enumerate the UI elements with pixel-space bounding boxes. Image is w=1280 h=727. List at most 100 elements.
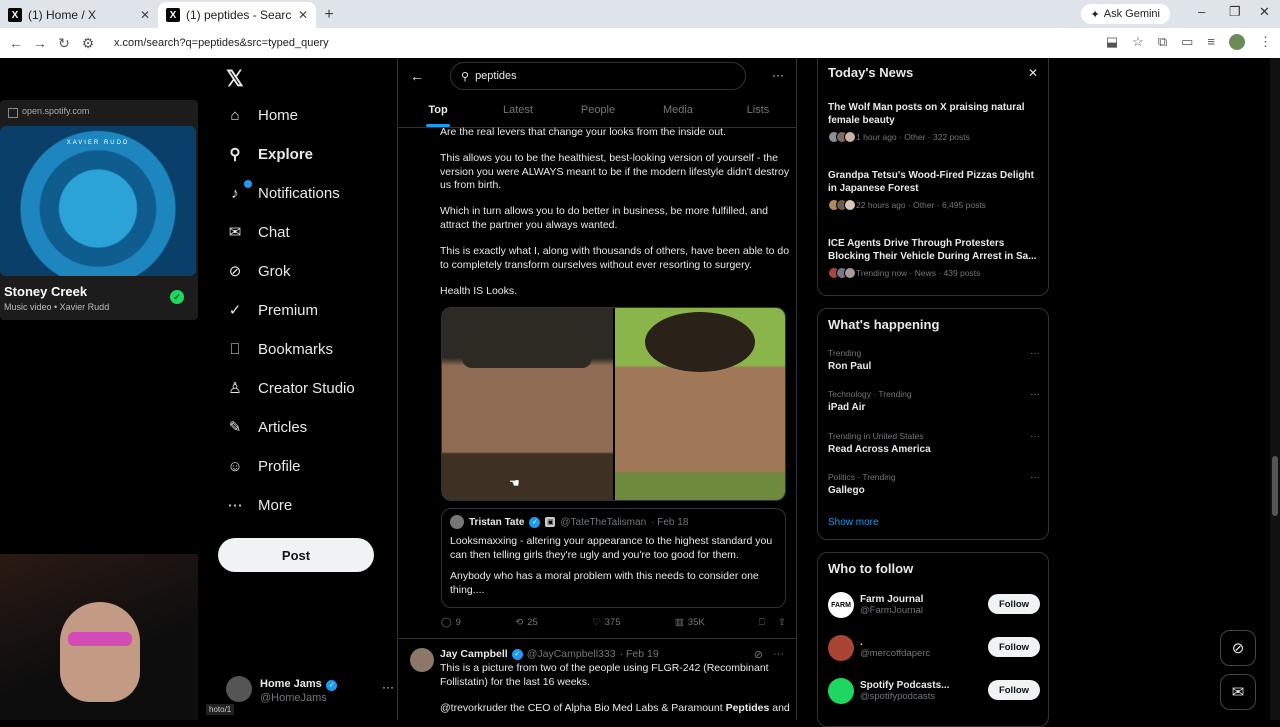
trend-item[interactable]: Trending in United States Read Across Am… <box>828 431 1040 455</box>
like-button[interactable]: ♡ 375 <box>592 617 620 628</box>
quote-text: Anybody who has a moral problem with thi… <box>450 570 759 596</box>
news-meta: 1 hour ago · Other · 322 posts <box>856 132 970 142</box>
messages-fab-icon[interactable]: ✉ <box>1220 674 1256 710</box>
close-icon[interactable]: ✕ <box>298 8 308 22</box>
post-media[interactable] <box>441 307 786 501</box>
ask-gemini-label: Ask Gemini <box>1103 8 1160 20</box>
post-text: Which in turn allows you to do better in… <box>440 205 769 231</box>
nav-home[interactable]: ⌂ Home <box>226 100 298 130</box>
account-switcher[interactable]: Home Jams ✓ @HomeJams ··· <box>226 672 394 706</box>
follow-suggestion[interactable]: Spotify Podcasts... @spotifypodcasts Foll… <box>828 677 1040 705</box>
media-icon[interactable]: ≡ <box>1207 34 1215 50</box>
follow-button[interactable]: Follow <box>988 680 1040 700</box>
extensions-icon[interactable]: ⧉ <box>1158 34 1167 50</box>
more-icon[interactable]: ··· <box>382 680 394 694</box>
x-logo-icon[interactable]: 𝕏 <box>226 66 244 92</box>
more-icon[interactable]: ··· <box>1030 472 1040 483</box>
nav-profile[interactable]: ☺ Profile <box>226 451 300 481</box>
nav-articles[interactable]: ✎ Articles <box>226 412 307 442</box>
reload-icon[interactable]: ↻ <box>52 35 76 52</box>
grok-icon[interactable]: ⊘ <box>754 648 763 661</box>
saved-check-icon[interactable]: ✓ <box>170 290 184 304</box>
news-item[interactable]: ICE Agents Drive Through Protesters Bloc… <box>828 237 1040 279</box>
trend-item[interactable]: Technology · Trending iPad Air ··· <box>828 389 1040 413</box>
avatar-stack <box>828 267 856 279</box>
verified-icon: ✓ <box>529 516 541 528</box>
nav-grok[interactable]: ⊘ Grok <box>226 256 291 286</box>
follow-button[interactable]: Follow <box>988 637 1040 657</box>
news-meta-row: 1 hour ago · Other · 322 posts <box>828 131 1040 143</box>
tab-lists[interactable]: Lists <box>718 96 796 127</box>
tab-people[interactable]: People <box>558 96 638 127</box>
views-button[interactable]: ▥ 35K <box>675 617 705 628</box>
more-icon[interactable]: ··· <box>1030 348 1040 359</box>
new-tab-button[interactable]: + <box>316 2 342 28</box>
close-window-icon[interactable]: ✕ <box>1259 4 1270 20</box>
avatar: FARM <box>828 592 854 618</box>
nav-notifications[interactable]: ♪ Notifications <box>226 178 340 208</box>
back-arrow-icon[interactable]: ← <box>410 68 424 84</box>
share-icon[interactable]: ⇧ <box>778 617 786 628</box>
cast-icon[interactable]: ▭ <box>1181 34 1193 50</box>
more-icon[interactable]: ··· <box>772 68 784 82</box>
site-info-icon[interactable]: ⚙ <box>76 35 100 52</box>
grok-fab-icon[interactable]: ⊘ <box>1220 630 1256 666</box>
tab-home[interactable]: X (1) Home / X ✕ <box>0 2 158 28</box>
spotify-icon <box>828 678 854 704</box>
profile-avatar[interactable] <box>1229 34 1245 50</box>
nav-creator-studio[interactable]: ♙ Creator Studio <box>226 373 354 403</box>
tab-media[interactable]: Media <box>638 96 718 127</box>
post-header: Jay Campbell ✓ @JayCampbell333 · Feb 19 <box>440 648 659 660</box>
reply-icon: ◯ <box>441 617 452 628</box>
spotify-miniplayer[interactable]: open.spotify.com XAVIER RUDD Stoney Cree… <box>0 100 198 320</box>
nav-chat[interactable]: ✉ Chat <box>226 217 290 247</box>
nav-explore[interactable]: ⚲ Explore <box>226 139 314 169</box>
back-icon[interactable]: ← <box>4 35 28 51</box>
tab-latest[interactable]: Latest <box>478 96 558 127</box>
more-icon[interactable]: ··· <box>773 648 784 661</box>
nav-more[interactable]: ⋯ More <box>226 490 293 520</box>
star-icon[interactable]: ☆ <box>1132 34 1144 50</box>
trend-item[interactable]: Trending Ron Paul ··· <box>828 348 1040 372</box>
minimize-icon[interactable]: – <box>1198 4 1205 19</box>
avatar[interactable] <box>410 648 434 672</box>
view-count: 35K <box>687 617 705 628</box>
post-author-name[interactable]: Jay Campbell <box>440 648 508 660</box>
reply-button[interactable]: ◯ 9 <box>441 617 461 628</box>
close-icon[interactable]: ✕ <box>140 8 150 22</box>
tab-search[interactable]: X (1) peptides - Search / X ✕ <box>158 2 316 28</box>
url-field[interactable]: x.com/search?q=peptides&src=typed_query <box>114 37 329 49</box>
show-more-link[interactable]: Show more <box>828 517 879 528</box>
quoted-post[interactable]: Tristan Tate ✓ ▣ @TateTheTalisman · Feb … <box>441 508 786 608</box>
follow-button[interactable]: Follow <box>988 594 1040 614</box>
post-button[interactable]: Post <box>218 538 374 572</box>
ask-gemini-button[interactable]: ✦ Ask Gemini <box>1080 4 1170 24</box>
post-author-handle[interactable]: @JayCampbell333 <box>527 648 616 660</box>
post-photo-1[interactable] <box>442 308 613 500</box>
post-photo-2[interactable] <box>614 308 785 500</box>
scrollbar[interactable] <box>1270 58 1280 720</box>
news-item[interactable]: The Wolf Man posts on X praising natural… <box>828 101 1040 143</box>
post-text: @trevorkruder the CEO of Alpha Bio Med L… <box>440 702 790 716</box>
news-item[interactable]: Grandpa Tetsu's Wood-Fired Pizzas Deligh… <box>828 169 1040 211</box>
more-icon: ⋯ <box>227 497 243 514</box>
install-icon[interactable]: ⬓ <box>1106 34 1118 50</box>
scrollbar-thumb[interactable] <box>1272 456 1278 516</box>
nav-premium[interactable]: ✓ Premium <box>226 295 318 325</box>
menu-icon[interactable]: ⋮ <box>1259 34 1272 50</box>
repost-button[interactable]: ⟲ 25 <box>515 617 538 628</box>
more-icon[interactable]: ··· <box>1030 389 1040 400</box>
nav-bookmarks[interactable]: ⎕ Bookmarks <box>226 334 333 364</box>
more-icon[interactable]: ··· <box>1030 431 1040 442</box>
maximize-icon[interactable]: ❐ <box>1229 4 1241 20</box>
forward-icon[interactable]: → <box>28 35 52 51</box>
follow-suggestion[interactable]: . @mercoffdaperc Follow <box>828 634 1040 662</box>
post-date[interactable]: · Feb 19 <box>620 648 659 660</box>
trend-item[interactable]: Politics · Trending Gallego ··· <box>828 472 1040 496</box>
tab-top[interactable]: Top <box>398 96 478 127</box>
bookmark-icon[interactable]: ⎕ <box>759 617 765 628</box>
search-input[interactable]: ⚲ peptides <box>450 62 746 90</box>
follow-suggestion[interactable]: FARM Farm Journal @FarmJournal Follow <box>828 591 1040 619</box>
address-bar: ← → ↻ ⚙ x.com/search?q=peptides&src=type… <box>0 28 1280 58</box>
close-icon[interactable]: ✕ <box>1028 66 1038 80</box>
